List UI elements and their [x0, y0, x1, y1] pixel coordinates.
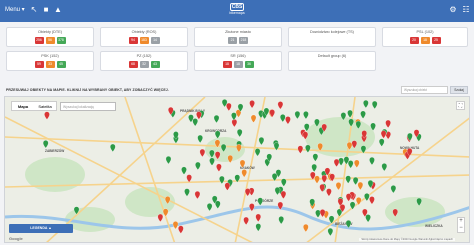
count-badge[interactable]: 20: [409, 37, 419, 44]
card-title: Złożone miasto: [225, 30, 251, 34]
brand-sub: bikemapa: [229, 11, 245, 15]
tab-satellite[interactable]: Satelita: [34, 102, 56, 111]
status-card[interactable]: Obiekty (DTE) 256 56 378: [6, 27, 94, 47]
map-canvas[interactable]: KRAKÓWNOWA HUTAKROWODRZABIEŻANÓWPODGÓRZE…: [5, 97, 470, 243]
user-icon[interactable]: ▲: [53, 5, 63, 15]
map-label: WIELICZKA: [425, 224, 443, 228]
tab-map[interactable]: Mapa: [12, 102, 34, 111]
zoom-control[interactable]: + −: [457, 217, 465, 233]
count-badge[interactable]: 218: [239, 37, 248, 44]
status-card[interactable]: Dowództwo kolejowe (TS): [288, 27, 376, 47]
brand-logo[interactable]: CBS bikemapa: [224, 3, 250, 19]
status-card[interactable]: PZ (152) 68 32 43: [100, 51, 188, 71]
card-counts: 21 218: [195, 37, 281, 44]
map-label: ZABIERZÓW: [45, 148, 64, 153]
count-badge[interactable]: 18: [233, 61, 243, 68]
count-badge[interactable]: 25: [431, 37, 441, 44]
status-card[interactable]: PSL (102) 20 18 25: [382, 27, 468, 47]
search-button[interactable]: Szukaj: [450, 86, 468, 94]
count-badge[interactable]: 56: [45, 37, 55, 44]
card-counts: 59 33 45: [7, 61, 93, 68]
count-badge[interactable]: 45: [56, 61, 66, 68]
count-badge[interactable]: 33: [45, 61, 55, 68]
count-badge[interactable]: 59: [34, 61, 44, 68]
google-logo: Google: [9, 236, 23, 241]
brand-logo-text: CBS: [230, 3, 244, 11]
card-title: Obiekty (ROS): [131, 30, 157, 34]
count-badge[interactable]: 21: [228, 37, 237, 44]
top-bar: Menu ▾ ↖ ■ ▲ CBS bikemapa ⚙ ☷: [0, 0, 474, 22]
count-badge[interactable]: 43: [150, 61, 160, 68]
count-badge[interactable]: 14: [150, 37, 160, 44]
count-badge[interactable]: 18: [420, 37, 430, 44]
fullscreen-icon[interactable]: ⛶: [456, 101, 465, 110]
map-search-input[interactable]: Wyszukaj lokalizację: [60, 102, 116, 111]
main-menu-button[interactable]: Menu ▾: [5, 6, 25, 14]
map-attribution[interactable]: Skróty klawiszowe Dane do Mapy ©2023 Goo…: [359, 238, 455, 241]
card-title: PSL (102): [416, 30, 434, 34]
count-badge[interactable]: 378: [56, 37, 66, 44]
object-search-input[interactable]: Wyszukaj obiekt: [401, 86, 448, 94]
card-title: Dowództwo kolejowe (TS): [310, 30, 354, 34]
grid-icon[interactable]: ☷: [461, 5, 471, 15]
card-counts: 68 32 43: [101, 61, 187, 68]
card-title: PSK (152): [41, 54, 59, 58]
map-instruction: PRZESUWAJ OBIEKTY NA MAPIE. KLIKNIJ NA W…: [6, 88, 169, 92]
card-counts: 256 56 378: [7, 37, 93, 44]
count-badge[interactable]: 183: [139, 37, 149, 44]
count-badge[interactable]: 36: [244, 61, 254, 68]
card-title: Default group (6): [317, 54, 347, 58]
status-card[interactable]: SR (156) 18 18 36: [194, 51, 282, 71]
gear-icon[interactable]: ⚙: [448, 5, 458, 15]
card-title: PZ (152): [136, 54, 152, 58]
legend-button[interactable]: LEGENDA ▲: [9, 224, 73, 233]
card-counts: 18 18 36: [195, 61, 281, 68]
count-badge[interactable]: 18: [222, 61, 232, 68]
lock-icon[interactable]: ■: [41, 5, 51, 15]
arrow-icon[interactable]: ↖: [29, 5, 39, 15]
status-card[interactable]: Złożone miasto 21 218: [194, 27, 282, 47]
count-badge[interactable]: 94: [128, 37, 138, 44]
card-title: Obiekty (DTE): [37, 30, 63, 34]
count-badge[interactable]: 32: [139, 61, 149, 68]
card-counts: 94 183 14: [101, 37, 187, 44]
status-card[interactable]: Obiekty (ROS) 94 183 14: [100, 27, 188, 47]
map[interactable]: KRAKÓW NOWA HUTA KROWODRZA BIEŻANÓW PODGÓRZE…: [4, 96, 470, 243]
card-counts: 20 18 25: [383, 37, 467, 44]
status-card[interactable]: PSK (152) 59 33 45: [6, 51, 94, 71]
card-title: SR (156): [230, 54, 246, 58]
status-card[interactable]: Default group (6): [288, 51, 376, 71]
count-badge[interactable]: 68: [128, 61, 138, 68]
map-type-tabs: Mapa Satelita: [11, 101, 57, 111]
count-badge[interactable]: 256: [34, 37, 44, 44]
